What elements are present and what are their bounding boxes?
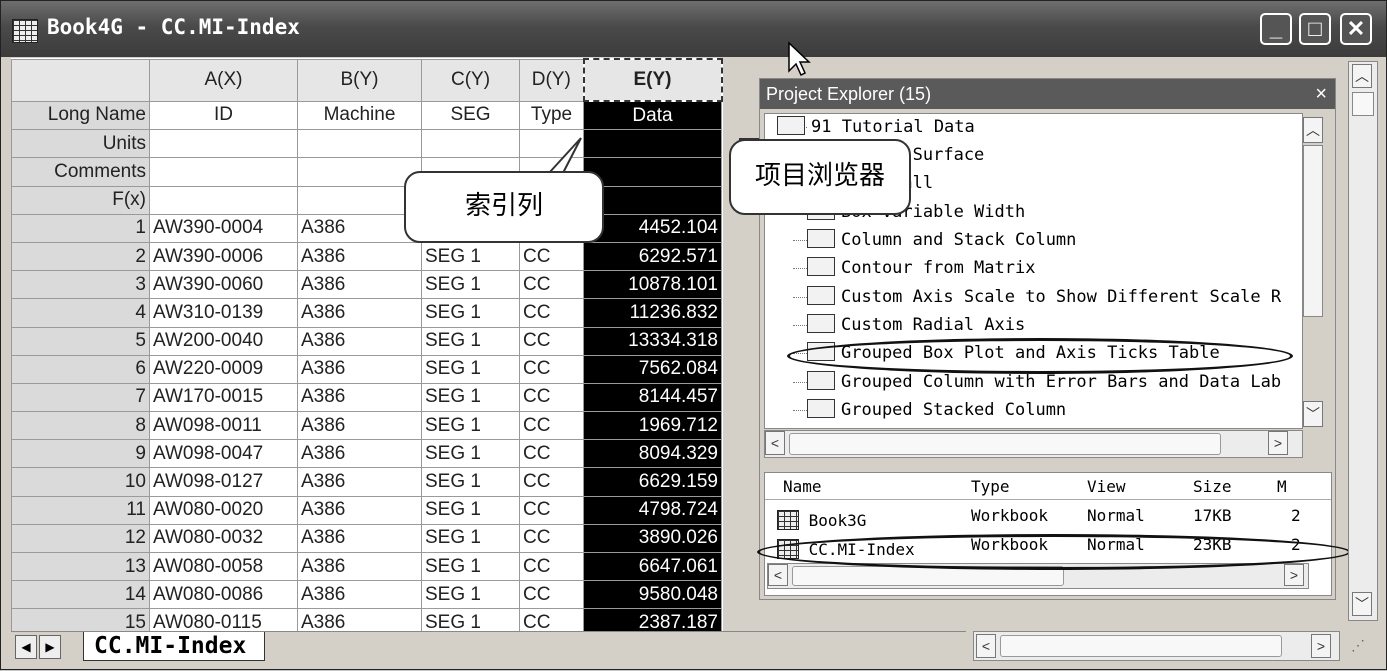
- scroll-left-icon[interactable]: <: [976, 634, 996, 658]
- list-item[interactable]: Book3G: [777, 506, 866, 530]
- window-hscrollbar[interactable]: < >: [973, 631, 1340, 661]
- list-header-type[interactable]: Type: [971, 477, 1010, 501]
- tree-item-label: Contour from Matrix: [841, 258, 1036, 278]
- workbook-window: Book4G - CC.MI-Index _ □ ✕ A(X) B(Y) C(Y…: [0, 0, 1387, 670]
- window-hscroll-thumb[interactable]: [1000, 635, 1282, 657]
- tree-connector: [793, 268, 807, 269]
- project-explorer-title: Project Explorer (15): [766, 84, 932, 104]
- resize-grip-icon[interactable]: ⋰: [1351, 637, 1375, 661]
- list-header-size[interactable]: Size: [1193, 477, 1232, 501]
- tree-item-label: Grouped Stacked Column: [841, 400, 1067, 420]
- list-item-size: 17KB: [1193, 506, 1232, 525]
- folder-icon: [807, 256, 835, 276]
- folder-icon: [807, 285, 835, 305]
- scroll-left-icon[interactable]: <: [765, 431, 785, 455]
- project-explorer-title-bar[interactable]: Project Explorer (15) ×: [760, 79, 1335, 109]
- scroll-right-icon[interactable]: >: [1268, 431, 1288, 455]
- tree-item[interactable]: Contour from Matrix: [807, 255, 1035, 281]
- tree-item-label: Custom Radial Axis: [841, 315, 1026, 335]
- folder-icon: [807, 228, 835, 248]
- tree-item[interactable]: Custom Radial Axis: [807, 312, 1025, 338]
- folder-icon: [807, 398, 835, 418]
- next-sheet-icon[interactable]: ▶: [39, 635, 61, 659]
- mouse-cursor-icon: [788, 41, 811, 77]
- tree-connector: [793, 297, 807, 298]
- highlight-ellipse: [757, 534, 1351, 570]
- folder-icon: [807, 313, 835, 333]
- index-column-callout: 索引列: [404, 171, 604, 243]
- folder-icon: [807, 370, 835, 390]
- scroll-right-icon[interactable]: >: [1311, 634, 1331, 658]
- chevron-down-icon[interactable]: ﹀: [1352, 592, 1372, 616]
- tree-connector: [793, 382, 807, 383]
- chevron-up-icon[interactable]: ︿: [1352, 64, 1372, 88]
- tree-item-label: Custom Axis Scale to Show Different Scal…: [841, 287, 1282, 307]
- tree-item-label: 91 Tutorial Data: [811, 117, 975, 137]
- close-icon[interactable]: ×: [1315, 79, 1327, 109]
- list-item-m: 2: [1291, 506, 1301, 525]
- list-item-name: Book3G: [808, 511, 867, 530]
- chevron-down-icon[interactable]: ﹀: [1303, 401, 1323, 427]
- chevron-up-icon[interactable]: ︿: [1303, 117, 1323, 143]
- list-item-type: Workbook: [971, 506, 1049, 525]
- list-header-view[interactable]: View: [1087, 477, 1126, 501]
- tree-item-label: Column and Stack Column: [841, 230, 1077, 250]
- tree-hscroll-thumb[interactable]: [789, 433, 1221, 455]
- list-item-view: Normal: [1087, 506, 1145, 525]
- tree-hscrollbar[interactable]: < >: [764, 430, 1303, 458]
- scroll-left-icon[interactable]: <: [768, 564, 788, 586]
- list-header-m[interactable]: M: [1277, 477, 1287, 501]
- tree-vscroll-thumb[interactable]: [1303, 145, 1323, 317]
- tree-item[interactable]: Column and Stack Column: [807, 227, 1076, 253]
- tree-item[interactable]: 91 Tutorial Data: [777, 114, 975, 140]
- tree-item[interactable]: Custom Axis Scale to Show Different Scal…: [807, 284, 1281, 310]
- sheet-tab-active[interactable]: CC.MI-Index: [83, 632, 266, 661]
- tree-connector: [793, 325, 807, 326]
- tree-connector: [793, 240, 807, 241]
- window-vscrollbar[interactable]: ︿ ﹀: [1348, 61, 1378, 621]
- highlight-ellipse: [787, 338, 1293, 374]
- workbook-icon: [777, 510, 799, 530]
- prev-sheet-icon[interactable]: ◀: [15, 635, 37, 659]
- tree-connector: [793, 410, 807, 411]
- list-header-name[interactable]: Name: [783, 477, 822, 501]
- window-vscroll-thumb[interactable]: [1352, 92, 1374, 116]
- scroll-right-icon[interactable]: >: [1284, 564, 1304, 586]
- project-explorer-callout: 项目浏览器: [729, 139, 911, 215]
- tree-item[interactable]: Grouped Stacked Column: [807, 397, 1066, 423]
- tree-item-label: Grouped Column with Error Bars and Data …: [841, 372, 1282, 392]
- folder-icon: [777, 115, 805, 135]
- sheet-tab-bar: ◀ ▶ CC.MI-Index: [11, 631, 966, 662]
